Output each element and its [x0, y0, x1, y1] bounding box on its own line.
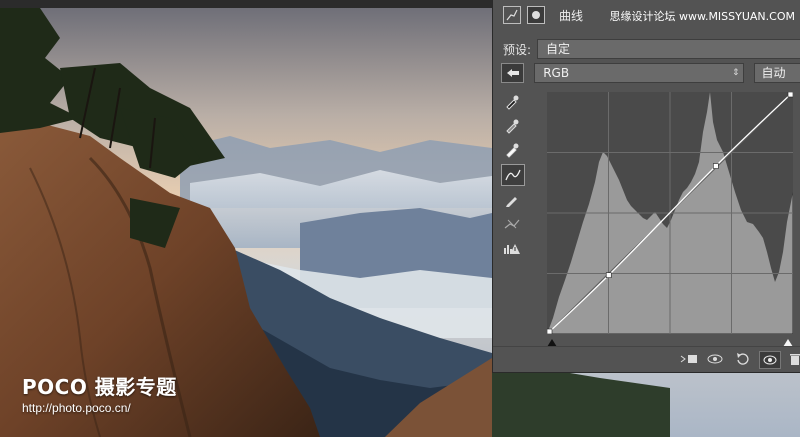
dropdown-arrow-icon: ⇕: [731, 68, 740, 78]
delete-icon[interactable]: [785, 351, 800, 367]
curve-control-point[interactable]: [713, 163, 719, 169]
panel-header: 曲线 思缘设计论坛 www.MISSYUAN.COM: [493, 4, 800, 26]
watermark-brand: POCO 摄影专题: [22, 375, 177, 399]
pencil-icon[interactable]: [501, 190, 523, 210]
targeted-adjustment-icon[interactable]: [501, 63, 525, 83]
preset-select[interactable]: 自定: [537, 39, 800, 59]
layer-mask-icon[interactable]: [527, 6, 545, 24]
curves-adjustment-icon: [503, 6, 521, 24]
curve-edit-icon[interactable]: [501, 164, 525, 186]
channel-row: RGB ⇕ 自动: [493, 62, 800, 84]
preset-label: 预设:: [503, 42, 532, 57]
curve-tools: [501, 92, 525, 262]
preset-row: 预设: 自定: [493, 38, 800, 60]
curve-control-point[interactable]: [546, 328, 553, 335]
smooth-icon[interactable]: [501, 214, 523, 234]
input-sliders: [547, 336, 793, 347]
clip-to-layer-icon[interactable]: [679, 351, 699, 367]
curves-properties-panel: 曲线 思缘设计论坛 www.MISSYUAN.COM 预设: 自定 RGB ⇕ …: [492, 0, 800, 373]
eyedropper-white-icon[interactable]: [501, 140, 523, 160]
channel-dropdown[interactable]: RGB ⇕: [534, 63, 745, 83]
curve-graph[interactable]: [546, 91, 794, 335]
view-previous-icon[interactable]: [705, 351, 725, 367]
eyedropper-gray-icon[interactable]: [501, 116, 523, 136]
channel-value: RGB: [543, 66, 570, 80]
reset-icon[interactable]: [733, 351, 753, 367]
panel-footer: [493, 346, 800, 371]
auto-button[interactable]: 自动: [754, 63, 800, 83]
visibility-icon[interactable]: [759, 351, 781, 369]
photo-watermark: POCO 摄影专题 http://photo.poco.cn/: [22, 371, 177, 415]
curve-control-point[interactable]: [605, 272, 612, 278]
clipping-warning-icon[interactable]: [501, 238, 523, 258]
site-watermark: 思缘设计论坛 www.MISSYUAN.COM: [609, 10, 795, 23]
curve-graph-svg[interactable]: [546, 91, 794, 335]
panel-title: 曲线: [559, 8, 584, 23]
eyedropper-black-icon[interactable]: [501, 92, 523, 112]
curve-control-point[interactable]: [787, 91, 794, 98]
watermark-url: http://photo.poco.cn/: [22, 401, 131, 415]
